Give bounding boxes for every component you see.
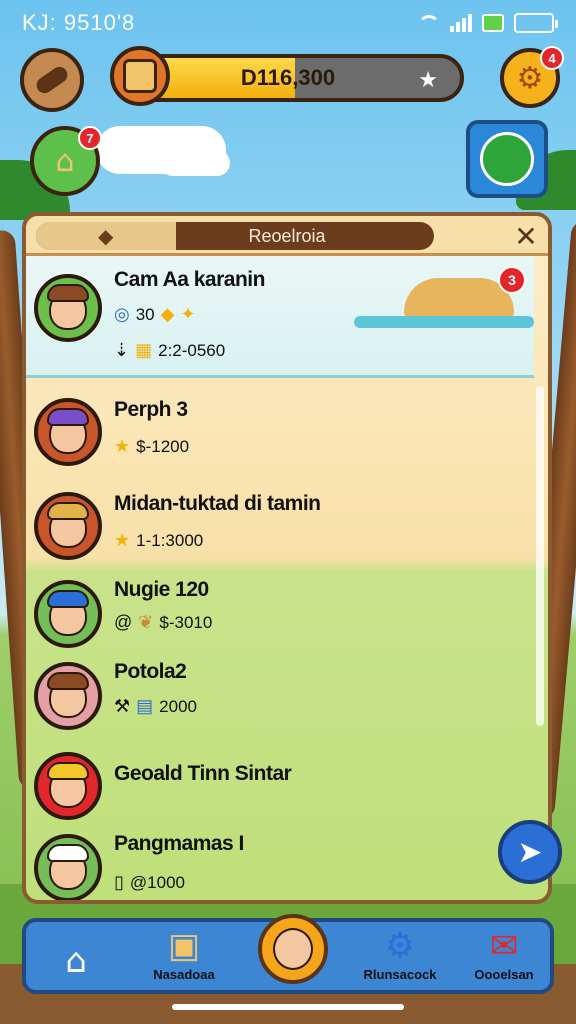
battery-icon bbox=[514, 13, 558, 33]
list-item[interactable]: Midan-tuktad di tamin ★ 1-1:3000 bbox=[26, 480, 534, 576]
star-icon: ★ bbox=[114, 436, 131, 456]
back-button[interactable] bbox=[20, 48, 84, 112]
avatar[interactable] bbox=[34, 752, 102, 820]
player-stat: ◎ 30 ◆ ✦ bbox=[114, 304, 196, 324]
panel-title: Reoelroia bbox=[248, 225, 326, 246]
list-item[interactable]: Cam Aa karanin ◎ 30 ◆ ✦ ⇣ ▦ 2:2-0560 3 bbox=[26, 256, 534, 378]
player-name: Pangmamas I bbox=[114, 832, 244, 855]
player-stat: ★ $-1200 bbox=[114, 436, 190, 456]
star-icon: ★ bbox=[418, 68, 438, 93]
avatar[interactable] bbox=[34, 580, 102, 648]
star-icon: ✦ bbox=[180, 304, 196, 324]
player-stat: @ ❦ $-3010 bbox=[114, 612, 213, 632]
signal-icon bbox=[450, 14, 472, 32]
player-name: Cam Aa karanin bbox=[114, 268, 265, 291]
player-name: Geoald Tinn Sintar bbox=[114, 762, 292, 785]
status-bar: KJ: 9510'8 bbox=[0, 6, 576, 40]
cloud bbox=[160, 150, 230, 176]
gear-notification-badge: 4 bbox=[540, 46, 564, 70]
mail-icon: ✉ bbox=[489, 926, 519, 966]
settings-icon: ⚙ bbox=[384, 926, 416, 966]
bottom-navigation: ⌂ ▣ Nasadoaa ⚙ Rlunsacock ✉ Oooelsan bbox=[22, 914, 554, 994]
avatar[interactable] bbox=[34, 834, 102, 900]
player-stat: ★ 1-1:3000 bbox=[114, 530, 204, 550]
leaderboard-panel: ◆ Reoelroia ✕ Cam Aa karanin ◎ 30 ◆ ✦ ⇣ … bbox=[22, 212, 552, 904]
home-icon: ⌂ bbox=[65, 941, 87, 981]
hammer-icon: ⚒ bbox=[114, 696, 131, 716]
coin-icon: ◆ bbox=[160, 304, 175, 324]
player-list[interactable]: Cam Aa karanin ◎ 30 ◆ ✦ ⇣ ▦ 2:2-0560 3 P… bbox=[26, 256, 534, 900]
player-stat: ▯ @1000 bbox=[114, 872, 185, 892]
profile-icon bbox=[273, 928, 313, 970]
nav-item-settings[interactable]: ⚙ Rlunsacock bbox=[352, 922, 448, 990]
village-notification-badge: 7 bbox=[78, 126, 102, 150]
clock-icon: ◎ bbox=[114, 304, 130, 324]
player-name: Perph 3 bbox=[114, 398, 188, 421]
inventory-icon: ▣ bbox=[167, 926, 201, 966]
star-icon: ★ bbox=[114, 530, 131, 550]
list-item[interactable]: Potola2 ⚒ ▤ 2000 bbox=[26, 656, 534, 738]
fab-compass-button[interactable]: ➤ bbox=[498, 820, 562, 884]
list-item[interactable]: Geoald Tinn Sintar bbox=[26, 742, 534, 832]
player-name: Nugie 120 bbox=[114, 578, 209, 601]
leaf-icon: ❦ bbox=[138, 612, 154, 632]
panel-header: ◆ Reoelroia ✕ bbox=[26, 216, 548, 256]
settings-gear-button[interactable]: ⚙ 4 bbox=[500, 46, 564, 108]
player-name: Potola2 bbox=[114, 660, 187, 683]
player-stat: ⚒ ▤ 2000 bbox=[114, 696, 197, 716]
compass-arrow-icon: ➤ bbox=[517, 834, 543, 870]
list-item[interactable]: Nugie 120 @ ❦ $-3010 bbox=[26, 574, 534, 656]
jar-icon: ▯ bbox=[114, 872, 124, 892]
coin-bag-icon bbox=[110, 46, 170, 106]
wood-log-icon bbox=[33, 63, 71, 97]
nav-item-inventory[interactable]: ▣ Nasadoaa bbox=[136, 922, 232, 990]
nav-item-home[interactable]: ⌂ bbox=[36, 922, 116, 990]
nav-item-profile[interactable] bbox=[258, 914, 328, 984]
nav-item-mail[interactable]: ✉ Oooelsan bbox=[458, 922, 550, 990]
battery-saver-icon bbox=[482, 14, 504, 32]
swirl-icon: @ bbox=[114, 612, 133, 632]
panel-title-bar: ◆ Reoelroia bbox=[36, 222, 434, 250]
close-button[interactable]: ✕ bbox=[510, 220, 542, 253]
leaf-icon bbox=[480, 132, 534, 186]
water-waves bbox=[354, 316, 534, 328]
list-item[interactable]: Perph 3 ★ $-1200 bbox=[26, 390, 534, 476]
gear-icon: ⚙ bbox=[516, 60, 544, 96]
pin-icon: ⇣ bbox=[114, 340, 130, 360]
chest-icon: ▦ bbox=[135, 340, 153, 360]
island-illustration bbox=[404, 278, 514, 318]
avatar[interactable] bbox=[34, 662, 102, 730]
wifi-icon bbox=[418, 15, 440, 31]
row-notification-badge: 3 bbox=[498, 266, 526, 294]
book-icon: ▤ bbox=[136, 696, 154, 716]
map-button[interactable] bbox=[466, 120, 548, 198]
player-name: Midan-tuktad di tamin bbox=[114, 492, 321, 515]
house-icon: ⌂ bbox=[55, 143, 75, 179]
player-stat-secondary: ⇣ ▦ 2:2-0560 bbox=[114, 340, 226, 360]
scrollbar[interactable] bbox=[536, 386, 544, 726]
avatar[interactable] bbox=[34, 274, 102, 342]
status-icons bbox=[418, 13, 558, 33]
avatar[interactable] bbox=[34, 492, 102, 560]
list-item[interactable]: Pangmamas I ▯ @1000 bbox=[26, 824, 534, 900]
home-indicator[interactable] bbox=[172, 1004, 404, 1010]
village-button[interactable]: ⌂ 7 bbox=[30, 126, 102, 196]
avatar[interactable] bbox=[34, 398, 102, 466]
status-time: KJ: 9510'8 bbox=[22, 10, 136, 35]
